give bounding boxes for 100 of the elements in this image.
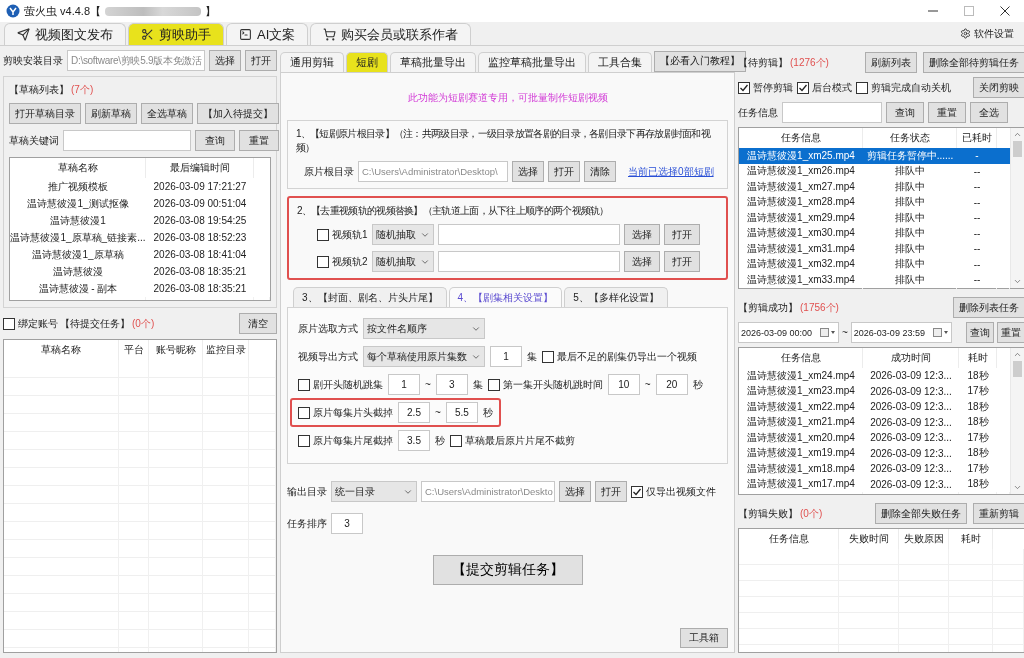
minimize-icon[interactable] xyxy=(928,10,938,12)
chevron-up-icon[interactable] xyxy=(1013,350,1022,359)
tab[interactable]: 通用剪辑 xyxy=(280,52,344,72)
chevron-down-icon[interactable] xyxy=(1013,277,1022,286)
scrollbar-thumb[interactable] xyxy=(1013,141,1022,157)
number-field[interactable]: 10 xyxy=(607,374,640,395)
input-field[interactable] xyxy=(437,224,620,245)
table-row[interactable]: 温诗慧彼漫1_xm25.mp4 剪辑任务暂停中...... - xyxy=(739,148,1010,164)
chevron-up-icon[interactable] xyxy=(1013,130,1022,139)
open-button[interactable]: 打开 xyxy=(548,161,580,182)
table-row[interactable]: 温诗慧彼漫1_xm28.mp4 排队中 -- xyxy=(739,194,1010,210)
tab[interactable]: 4、【剧集相关设置】 xyxy=(448,287,563,307)
reset-button[interactable]: 重置 xyxy=(239,130,279,151)
scrollbar-thumb[interactable] xyxy=(1013,361,1022,377)
tab[interactable]: 工具合集 xyxy=(588,52,652,72)
checkbox[interactable]: 最后不足的剧集仍导出一个视频 xyxy=(542,349,697,364)
refresh-button[interactable]: 刷新列表 xyxy=(865,52,917,73)
close-icon[interactable] xyxy=(1000,6,1010,16)
delete-button[interactable]: 删除全部待剪辑任务 xyxy=(923,52,1024,73)
close-editor-button[interactable]: 关闭剪映 xyxy=(973,77,1024,98)
clear-button[interactable]: 清除 xyxy=(584,161,616,182)
maximize-icon[interactable] xyxy=(964,6,974,16)
checkbox[interactable]: 原片每集片尾截掉 xyxy=(298,433,393,448)
search-field[interactable] xyxy=(63,130,191,151)
tab[interactable]: 监控草稿批量导出 xyxy=(478,52,586,72)
checkbox[interactable]: 剪辑完成自动关机 xyxy=(856,80,951,95)
main-tab[interactable]: 剪映助手 xyxy=(128,23,224,45)
checkbox[interactable]: 视频轨1 xyxy=(317,227,368,242)
checkbox[interactable]: 后台模式 xyxy=(797,80,852,95)
browse-button[interactable]: 选择 xyxy=(512,161,544,182)
table-row[interactable]: 温诗慧彼漫1_xm26.mp4 排队中 -- xyxy=(739,163,1010,179)
path-field[interactable]: C:\Users\Administrator\Desktop\ xyxy=(358,161,508,182)
search-button[interactable]: 查询 xyxy=(886,102,924,123)
toolbar-button[interactable]: 打开草稿目录 xyxy=(9,103,81,124)
delete-button[interactable]: 删除列表任务 xyxy=(953,297,1024,318)
toolbox-button[interactable]: 工具箱 xyxy=(680,628,728,648)
scrollbar[interactable] xyxy=(1010,348,1024,494)
reset-button[interactable]: 重置 xyxy=(928,102,966,123)
table-row[interactable]: 温诗慧彼漫1_xm27.mp4 排队中 -- xyxy=(739,179,1010,195)
number-field[interactable]: 2.5 xyxy=(398,402,430,423)
delete-button[interactable]: 删除全部失败任务 xyxy=(875,503,967,524)
chevron-down-icon[interactable] xyxy=(1013,483,1022,492)
checkbox[interactable]: 暂停剪辑 xyxy=(738,80,793,95)
table-row[interactable]: 温诗慧彼漫1_xm33.mp4 排队中 -- xyxy=(739,272,1010,288)
search-button[interactable]: 查询 xyxy=(966,322,994,343)
browse-button[interactable]: 选择 xyxy=(623,251,660,272)
dropdown[interactable]: 统一目录 xyxy=(331,481,417,502)
submit-button[interactable]: 【提交剪辑任务】 xyxy=(432,555,583,585)
tab[interactable]: 草稿批量导出 xyxy=(390,52,476,72)
path-field[interactable]: C:\Users\Administrator\Deskto xyxy=(421,481,555,502)
search-button[interactable]: 查询 xyxy=(195,130,235,151)
table-row[interactable]: 温诗慧彼漫1_xm29.mp4 排队中 -- xyxy=(739,210,1010,226)
number-field[interactable]: 3.5 xyxy=(398,430,430,451)
table-row[interactable]: 温诗慧彼漫1_xm30.mp4 排队中 -- xyxy=(739,225,1010,241)
action-button[interactable]: 选择 xyxy=(559,481,591,502)
date-field[interactable]: 2026-03-09 23:59 xyxy=(850,322,952,343)
clear-button[interactable]: 清空 xyxy=(239,313,277,334)
number-field[interactable]: 20 xyxy=(655,374,688,395)
table-row[interactable]: 温诗慧彼漫1_xm32.mp4 排队中 -- xyxy=(739,256,1010,272)
number-field[interactable]: 1 xyxy=(388,374,420,395)
scrollbar[interactable] xyxy=(1010,128,1024,288)
reset-button[interactable]: 重置 xyxy=(997,322,1024,343)
browse-button[interactable]: 选择 xyxy=(623,224,660,245)
input-field[interactable] xyxy=(437,251,620,272)
dropdown[interactable]: 随机抽取 xyxy=(371,224,434,245)
checkbox[interactable]: 绑定账号 xyxy=(3,316,58,331)
number-field[interactable]: 3 xyxy=(435,374,468,395)
tab[interactable]: 短剧 xyxy=(346,52,388,72)
checkbox[interactable]: 仅导出视频文件 xyxy=(631,484,716,499)
browse-button[interactable]: 选择 xyxy=(209,50,241,71)
checkbox[interactable]: 草稿最后原片片尾不截剪 xyxy=(450,433,575,448)
open-button[interactable]: 打开 xyxy=(245,50,277,71)
dropdown[interactable]: 每个草稿使用原片集数 xyxy=(363,346,485,367)
main-tab[interactable]: 购买会员或联系作者 xyxy=(310,23,472,45)
number-field[interactable]: 3 xyxy=(331,513,363,534)
number-field[interactable]: 5.5 xyxy=(445,402,478,423)
retry-button[interactable]: 重新剪辑 xyxy=(973,503,1024,524)
dropdown[interactable]: 随机抽取 xyxy=(371,251,434,272)
checkbox[interactable]: 剧开头随机跳集 xyxy=(298,377,383,392)
date-field[interactable]: 2026-03-09 00:00 xyxy=(738,322,839,343)
toolbar-button[interactable]: 刷新草稿 xyxy=(85,103,137,124)
checkbox[interactable]: 原片每集片头截掉 xyxy=(298,405,393,420)
select-all-button[interactable]: 全选 xyxy=(970,102,1008,123)
dropdown[interactable]: 按文件名顺序 xyxy=(363,318,485,339)
selection-link[interactable]: 当前已选择0部短剧 xyxy=(628,164,714,179)
toolbar-button[interactable]: 【加入待提交】 xyxy=(197,103,279,124)
main-tab[interactable]: AI文案 xyxy=(226,23,309,45)
table-row[interactable]: 温诗慧彼漫1_xm31.mp4 排队中 -- xyxy=(739,241,1010,257)
toolbar-button[interactable]: 全选草稿 xyxy=(141,103,193,124)
open-button[interactable]: 打开 xyxy=(663,224,700,245)
tab[interactable]: 5、【多样化设置】 xyxy=(564,287,668,307)
checkbox[interactable]: 第一集开头随机跳时间 xyxy=(487,377,603,392)
main-tab[interactable]: 视频图文发布 xyxy=(4,23,126,45)
settings-button[interactable]: 软件设置 xyxy=(960,26,1020,41)
action-button[interactable]: 打开 xyxy=(595,481,627,502)
open-button[interactable]: 打开 xyxy=(663,251,700,272)
checkbox[interactable]: 视频轨2 xyxy=(317,254,368,269)
path-field[interactable]: D:\software\剪映5.9版本免激活 xyxy=(67,50,205,71)
search-field[interactable] xyxy=(782,102,882,123)
tab[interactable]: 3、【封面、剧名、片头片尾】 xyxy=(293,287,447,307)
